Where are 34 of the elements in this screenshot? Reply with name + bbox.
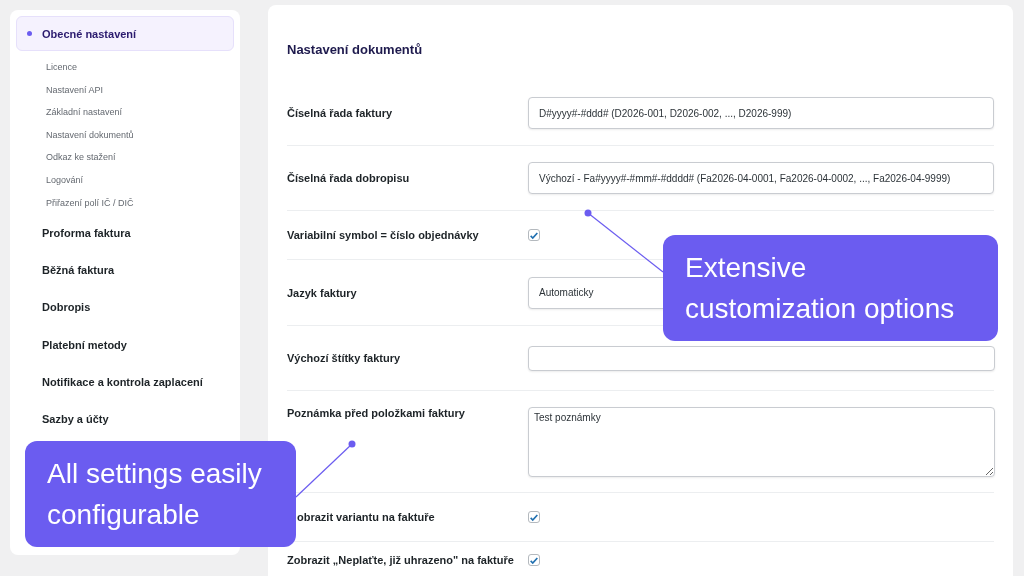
sub-nav-item[interactable]: Logování bbox=[16, 168, 234, 192]
callout-tooltip: All settings easily configurable bbox=[25, 441, 296, 547]
leader-line bbox=[295, 440, 356, 498]
checkbox[interactable] bbox=[528, 554, 540, 566]
field-label: Poznámka před položkami faktury bbox=[287, 407, 466, 419]
input-field[interactable]: Výchozí - Fa#yyyy#-#mm#-#dddd# (Fa2026-04-0001, Fa2026-04-0002, ..., Fa2026-04-9999) bbox=[528, 162, 994, 194]
text-area[interactable]: Test poznámky bbox=[528, 407, 995, 477]
sub-nav-item[interactable]: Licence bbox=[16, 56, 234, 79]
input-field[interactable]: D#yyyy#-#ddd# (D2026-001, D2026-002, ..., D2026-999) bbox=[528, 97, 994, 129]
sub-nav-item[interactable]: Základní nastavení bbox=[16, 101, 234, 124]
sub-nav-item[interactable]: Nastavení API bbox=[16, 78, 234, 102]
callout-tooltip: Extensive customization options bbox=[663, 235, 998, 341]
nav-item[interactable]: Obecné nastavení bbox=[16, 16, 234, 51]
nav-item[interactable]: Proforma faktura bbox=[16, 214, 234, 252]
sub-nav-item[interactable]: Přiřazení polí IČ / DIČ bbox=[16, 191, 234, 215]
nav-item[interactable]: Notifikace a kontrola zaplacení bbox=[16, 363, 234, 401]
field-label: Číselná řada dobropisu bbox=[287, 172, 411, 184]
nav-item[interactable]: Platební metody bbox=[16, 326, 234, 364]
field-label: Variabilní symbol = číslo objednávky bbox=[287, 229, 480, 241]
sub-nav-item[interactable]: Nastavení dokumentů bbox=[16, 123, 234, 147]
input-field[interactable] bbox=[528, 345, 995, 371]
field-label: Zobrazit „Neplaťte, již uhrazeno" na faktuře bbox=[287, 554, 515, 566]
nav-item[interactable]: Běžná faktura bbox=[16, 251, 234, 289]
field-label: Výchozí štítky faktury bbox=[287, 352, 402, 364]
section-title: Nastavení dokumentů bbox=[287, 42, 424, 57]
sub-nav-item[interactable]: Odkaz ke stažení bbox=[16, 146, 234, 169]
checkbox[interactable] bbox=[528, 511, 540, 523]
field-label: Jazyk faktury bbox=[287, 286, 358, 299]
bullet-icon bbox=[27, 31, 32, 36]
nav-item[interactable]: Dobropis bbox=[16, 288, 234, 327]
field-label: obrazit variantu na faktuře bbox=[296, 511, 436, 523]
checkbox[interactable] bbox=[528, 229, 540, 241]
nav-item[interactable]: Sazby a účty bbox=[16, 400, 234, 438]
field-label: Číselná řada faktury bbox=[287, 107, 394, 119]
